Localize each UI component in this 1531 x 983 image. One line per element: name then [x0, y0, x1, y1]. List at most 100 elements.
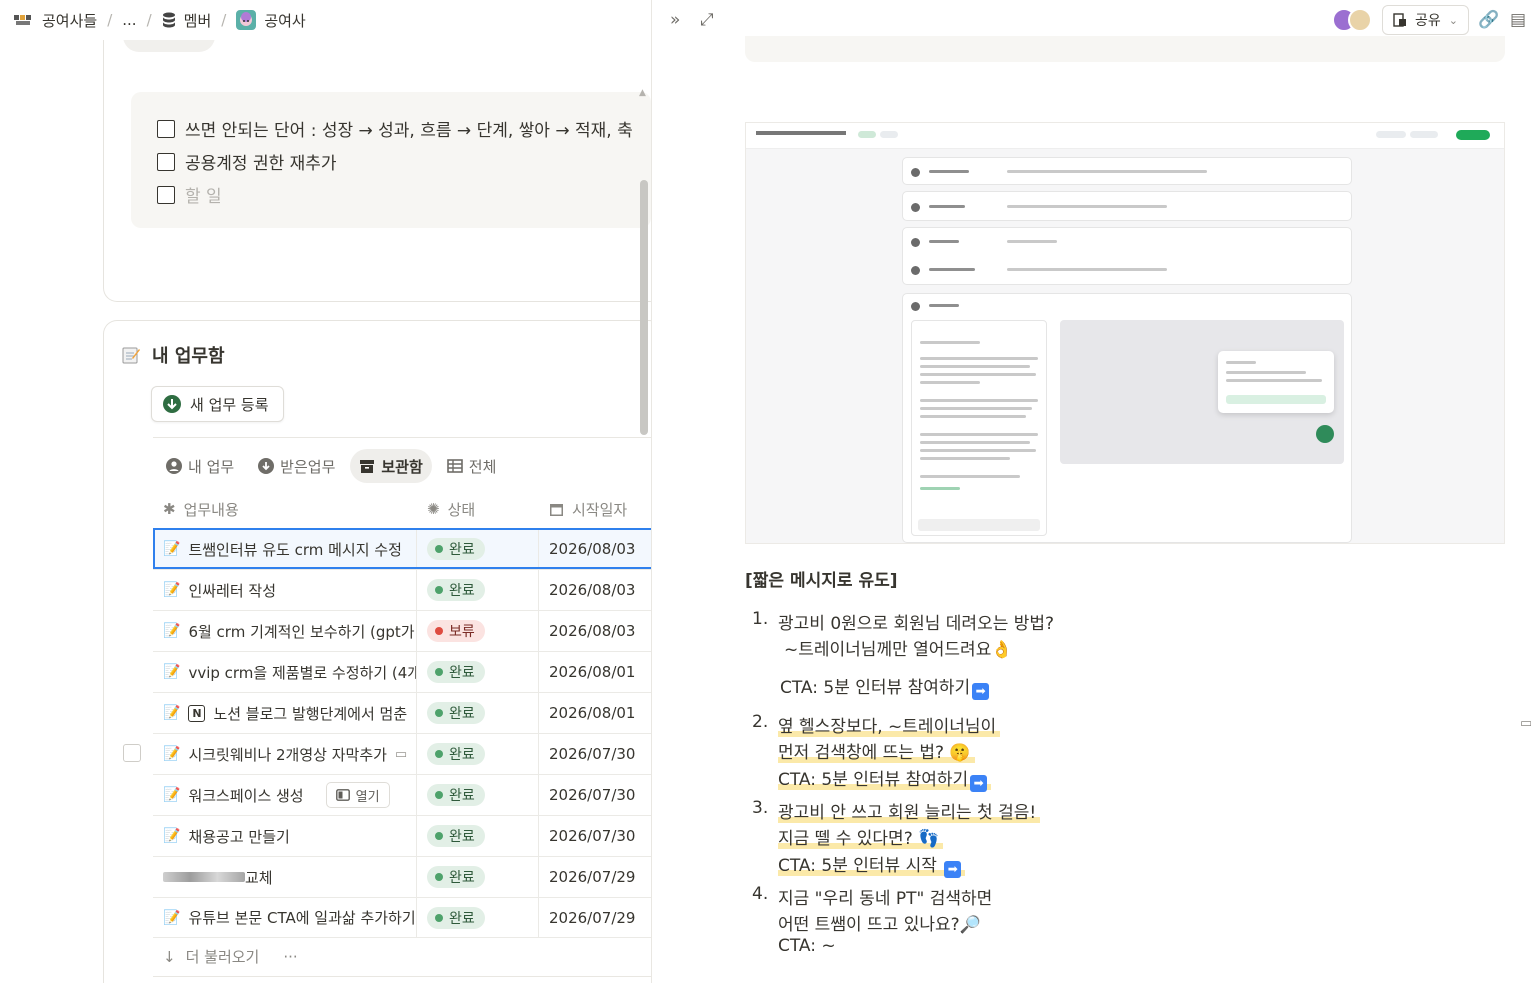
cell-name[interactable]: 📝 시크릿웨비나 2개영상 자막추가 ▭ [153, 734, 417, 774]
column-header-label: 시작일자 [572, 500, 628, 519]
database-icon [162, 12, 176, 28]
table-row[interactable]: 📝 인싸레터 작성 완료 2026/08/03 [153, 569, 652, 610]
avatar-icon [236, 10, 257, 30]
link-icon[interactable]: 🔗 [1478, 10, 1499, 30]
comment-icon[interactable]: ▤ [1510, 10, 1526, 30]
cell-name[interactable]: 📝 vvip crm을 제품별로 수정하기 (4개 [153, 652, 417, 692]
breadcrumb-separator: / [107, 11, 113, 29]
download-circle-icon [162, 394, 182, 414]
divider [153, 976, 652, 977]
more-options-icon[interactable]: ··· [283, 948, 297, 966]
status-badge: 완료 [427, 661, 485, 683]
table-row[interactable]: 📝 유튜브 본문 CTA에 일과삶 추가하기 완료 2026/07/29 [153, 897, 652, 938]
cell-status[interactable]: 보류 [417, 611, 539, 651]
todo-checkbox[interactable] [157, 152, 175, 171]
screenshot-step-number [911, 302, 920, 311]
cell-date[interactable]: 2026/07/30 [539, 827, 652, 845]
comment-icon[interactable]: ▭ [1520, 716, 1531, 731]
section-title-label: 내 업무함 [152, 346, 225, 367]
table-row[interactable]: 📝 vvip crm을 제품별로 수정하기 (4개 완료 2026/08/01 [153, 651, 652, 692]
share-page-icon [1393, 13, 1407, 27]
expand-icon[interactable]: ⤢ [700, 10, 714, 30]
double-chevron-right-icon[interactable]: » [670, 10, 680, 30]
screenshot-text [929, 240, 959, 243]
cell-status[interactable]: 완료 [417, 652, 539, 692]
breadcrumb-page[interactable]: 공여사 [232, 8, 309, 33]
cell-status[interactable]: 완료 [417, 529, 539, 569]
tab-archive[interactable]: 보관함 [350, 449, 432, 483]
share-label: 공유 [1415, 13, 1441, 29]
embedded-screenshot[interactable] [745, 122, 1505, 544]
todo-item-placeholder[interactable]: 할 일 [157, 178, 651, 211]
cell-name[interactable]: 📝 인싸레터 작성 [153, 570, 417, 610]
cell-date[interactable]: 2026/07/30 [539, 745, 652, 763]
list-number: 1. [752, 609, 769, 629]
cell-date[interactable]: 2026/07/30 [539, 786, 652, 804]
share-button[interactable]: 공유 ⌄ [1382, 5, 1469, 35]
cell-status[interactable]: 완료 [417, 734, 539, 774]
cell-date[interactable]: 2026/08/01 [539, 663, 652, 681]
table-row[interactable]: 📝 채용공고 만들기 완료 2026/07/30 [153, 815, 652, 856]
table-row[interactable]: 📝 트쌤인터뷰 유도 crm 메시지 수정 완료 2026/08/03 [153, 528, 652, 569]
cell-name[interactable]: 교체 [153, 857, 417, 897]
load-more[interactable]: ↓ 더 불러오기 ··· [163, 946, 298, 967]
row-select-checkbox[interactable] [123, 744, 141, 762]
highlighted-text: 먼저 검색창에 뜨는 법? 🤫 [778, 743, 975, 763]
breadcrumb-database[interactable]: 멤버 [158, 8, 216, 33]
cell-name[interactable]: 📝 채용공고 만들기 [153, 816, 417, 856]
cell-name[interactable]: 📝 워크스페이스 생성 열기 [153, 775, 417, 815]
screenshot-header [746, 123, 1504, 149]
cell-status[interactable]: 완료 [417, 570, 539, 610]
cell-status[interactable]: 완료 [417, 816, 539, 856]
load-more-label: 더 불러오기 [185, 948, 260, 966]
cell-date[interactable]: 2026/08/01 [539, 704, 652, 722]
cell-status[interactable]: 완료 [417, 775, 539, 815]
cell-date[interactable]: 2026/07/29 [539, 909, 652, 927]
table-row[interactable]: 📝 6월 crm 기계적인 보수하기 (gpt가 ... 보류 2026/08/0… [153, 610, 652, 651]
tab-received[interactable]: 받은업무 [249, 449, 344, 483]
tab-my-tasks[interactable]: 내 업무 [157, 449, 243, 483]
table-row[interactable]: 📝 N 노션 블로그 발행단계에서 멈춘 완료 2026/08/01 [153, 692, 652, 733]
cell-name[interactable]: 📝 트쌤인터뷰 유도 crm 메시지 수정 [153, 529, 417, 569]
scrollbar-thumb[interactable] [640, 180, 648, 435]
breadcrumb-ellipsis[interactable]: ... [118, 9, 140, 31]
todo-item[interactable]: 공용계정 권한 재추가 [157, 145, 651, 178]
todo-checkbox[interactable] [157, 185, 175, 204]
cell-name[interactable]: 📝 6월 crm 기계적인 보수하기 (gpt가 ... [153, 611, 417, 651]
screenshot-preview-popup [1218, 351, 1334, 413]
cell-status[interactable]: 완료 [417, 857, 539, 897]
divider [153, 437, 652, 438]
list-line: 어떤 트쌤이 뜨고 있나요?🔎 [778, 915, 981, 935]
doc-heading: [짧은 메시지로 유도] [745, 571, 898, 591]
collapsed-button[interactable] [123, 40, 215, 52]
cell-date[interactable]: 2026/08/03 [539, 581, 652, 599]
cell-date[interactable]: 2026/08/03 [539, 540, 652, 558]
cell-name[interactable]: 📝 N 노션 블로그 발행단계에서 멈춘 [153, 693, 417, 733]
column-header-status[interactable]: ✺ 상태 [417, 499, 539, 520]
tab-all[interactable]: 전체 [438, 449, 506, 483]
tab-label: 전체 [468, 457, 497, 476]
cell-date[interactable]: 2026/07/29 [539, 868, 652, 886]
status-label: 완료 [449, 788, 475, 804]
arrow-down-icon: ↓ [163, 947, 176, 966]
table-row[interactable]: 교체 완료 2026/07/29 [153, 856, 652, 897]
cell-date[interactable]: 2026/08/03 [539, 622, 652, 640]
cell-status[interactable]: 완료 [417, 898, 539, 937]
column-header-date[interactable]: 시작일자 [539, 499, 652, 520]
new-task-button[interactable]: 새 업무 등록 [151, 386, 284, 422]
todo-item[interactable]: 쓰면 안되는 단어 : 성장 → 성과, 흐름 → 단계, 쌓아 → 적재, 축 [157, 112, 651, 145]
open-button[interactable]: 열기 [325, 782, 390, 808]
cell-status[interactable]: 완료 [417, 693, 539, 733]
todo-checkbox[interactable] [157, 119, 175, 138]
table-row[interactable]: 📝 시크릿웨비나 2개영상 자막추가 ▭ 완료 2026/07/30 [153, 733, 652, 774]
scroll-up-icon[interactable]: ▲ [639, 88, 646, 98]
breadcrumb-workspace[interactable]: 공여사들 [10, 8, 101, 33]
collaborator-avatars[interactable] [1332, 8, 1372, 32]
screenshot-text [920, 457, 1010, 460]
column-header-name[interactable]: ✱ 업무내용 [153, 499, 417, 520]
cell-name[interactable]: 📝 유튜브 본문 CTA에 일과삶 추가하기 [153, 898, 417, 937]
table-row[interactable]: 📝 워크스페이스 생성 열기 완료 2026/07/30 [153, 774, 652, 815]
pane-divider[interactable] [651, 0, 652, 983]
comment-icon[interactable]: ▭ [395, 747, 407, 762]
arrow-right-icon: ➡ [972, 683, 990, 700]
